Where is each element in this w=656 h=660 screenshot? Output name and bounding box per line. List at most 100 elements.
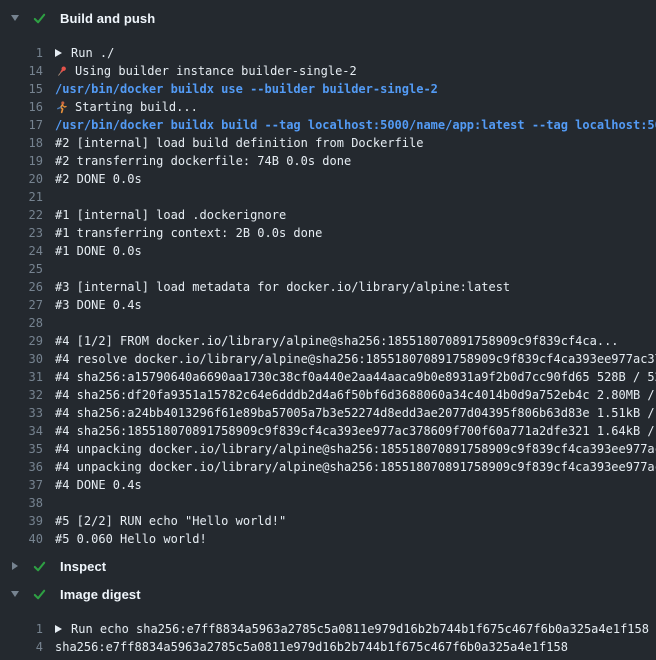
line-text: #2 DONE 0.0s <box>55 170 142 188</box>
line-text: #4 sha256:a24bb4013296f61e89ba57005a7b3e… <box>55 404 656 422</box>
log-line: 28 <box>0 314 656 332</box>
check-icon <box>32 11 47 26</box>
log-line: 20 #2 DONE 0.0s <box>0 170 656 188</box>
line-number[interactable]: 17 <box>0 116 43 134</box>
line-text <box>55 494 656 512</box>
log-section-image-digest: Image digest 1 Run echo sha256:e7ff8834a… <box>0 580 656 660</box>
run-group-toggle[interactable]: Run echo sha256:e7ff8834a5963a2785c5a081… <box>55 620 656 638</box>
check-icon <box>32 559 47 574</box>
section-header-image-digest[interactable]: Image digest <box>0 580 656 608</box>
log-line: 1 Run echo sha256:e7ff8834a5963a2785c5a0… <box>0 620 656 638</box>
line-number[interactable]: 25 <box>0 260 43 278</box>
section-lines: 1 Run echo sha256:e7ff8834a5963a2785c5a0… <box>0 608 656 660</box>
line-text: Starting build... <box>55 98 656 116</box>
line-number[interactable]: 34 <box>0 422 43 440</box>
line-number[interactable]: 23 <box>0 224 43 242</box>
log-line: 35 #4 unpacking docker.io/library/alpine… <box>0 440 656 458</box>
workflow-log: Build and push 1 Run ./ 14 Using builder… <box>0 4 656 660</box>
line-number[interactable]: 21 <box>0 188 43 206</box>
line-text <box>55 260 656 278</box>
section-header-build-and-push[interactable]: Build and push <box>0 4 656 32</box>
line-text: #4 sha256:df20fa9351a15782c64e6dddb2d4a6… <box>55 386 656 404</box>
line-number[interactable]: 16 <box>0 98 43 116</box>
run-toggle-icon[interactable] <box>55 625 62 633</box>
log-line: 22 #1 [internal] load .dockerignore <box>0 206 656 224</box>
line-text: Using builder instance builder-single-2 <box>55 62 656 80</box>
log-line: 30 #4 resolve docker.io/library/alpine@s… <box>0 350 656 368</box>
line-number[interactable]: 4 <box>0 638 43 656</box>
line-text: #5 [2/2] RUN echo "Hello world!" <box>55 512 656 530</box>
line-number[interactable]: 28 <box>0 314 43 332</box>
log-line: 40 #5 0.060 Hello world! <box>0 530 656 548</box>
line-text: #3 [internal] load metadata for docker.i… <box>55 278 656 296</box>
run-toggle-icon[interactable] <box>55 49 62 57</box>
line-number[interactable]: 19 <box>0 152 43 170</box>
line-text: #4 [1/2] FROM docker.io/library/alpine@s… <box>55 332 656 350</box>
section-title: Image digest <box>60 587 141 602</box>
section-chevron-icon[interactable] <box>10 591 20 597</box>
line-number[interactable]: 1 <box>0 44 43 62</box>
line-text: #4 sha256:a15790640a6690aa1730c38cf0a440… <box>55 368 656 386</box>
section-title: Inspect <box>60 559 106 574</box>
line-text: #5 0.060 Hello world! <box>55 530 207 548</box>
line-number[interactable]: 27 <box>0 296 43 314</box>
line-number[interactable]: 37 <box>0 476 43 494</box>
section-lines: 1 Run ./ 14 Using builder instance build… <box>0 32 656 552</box>
log-section-inspect: Inspect <box>0 552 656 580</box>
log-line: 19 #2 transferring dockerfile: 74B 0.0s … <box>0 152 656 170</box>
log-line: 23 #1 transferring context: 2B 0.0s done <box>0 224 656 242</box>
section-chevron-icon[interactable] <box>10 562 20 570</box>
line-text: sha256:e7ff8834a5963a2785c5a0811e979d16b… <box>55 638 568 656</box>
line-text: #1 DONE 0.0s <box>55 242 142 260</box>
line-number[interactable]: 24 <box>0 242 43 260</box>
log-line: 15 /usr/bin/docker buildx use --builder … <box>0 80 656 98</box>
line-number[interactable]: 18 <box>0 134 43 152</box>
line-number[interactable]: 15 <box>0 80 43 98</box>
line-text: #3 DONE 0.4s <box>55 296 656 314</box>
line-text: Using builder instance builder-single-2 <box>75 62 357 80</box>
log-line: 21 <box>0 188 656 206</box>
line-text: #1 [internal] load .dockerignore <box>55 206 656 224</box>
line-number[interactable]: 30 <box>0 350 43 368</box>
line-number[interactable]: 31 <box>0 368 43 386</box>
line-text: /usr/bin/docker buildx use --builder bui… <box>55 80 438 98</box>
line-text: Starting build... <box>75 98 198 116</box>
line-text: #4 sha256:a24bb4013296f61e89ba57005a7b3e… <box>55 404 656 422</box>
log-line: 24 #1 DONE 0.0s <box>0 242 656 260</box>
line-text: #4 DONE 0.4s <box>55 476 656 494</box>
line-text: #4 unpacking docker.io/library/alpine@sh… <box>55 458 656 476</box>
log-line: 18 #2 [internal] load build definition f… <box>0 134 656 152</box>
line-text: Run echo sha256:e7ff8834a5963a2785c5a081… <box>71 620 649 638</box>
line-text: #2 [internal] load build definition from… <box>55 134 656 152</box>
line-text: #4 sha256:df20fa9351a15782c64e6dddb2d4a6… <box>55 386 656 404</box>
line-number[interactable]: 29 <box>0 332 43 350</box>
pushpin-icon <box>55 65 68 78</box>
section-chevron-icon[interactable] <box>10 15 20 21</box>
log-line: 27 #3 DONE 0.4s <box>0 296 656 314</box>
line-number[interactable]: 40 <box>0 530 43 548</box>
log-line: 17 /usr/bin/docker buildx build --tag lo… <box>0 116 656 134</box>
run-group-toggle[interactable]: Run ./ <box>55 44 656 62</box>
line-number[interactable]: 14 <box>0 62 43 80</box>
line-text: #4 sha256:a15790640a6690aa1730c38cf0a440… <box>55 368 656 386</box>
log-line: 29 #4 [1/2] FROM docker.io/library/alpin… <box>0 332 656 350</box>
line-number[interactable]: 38 <box>0 494 43 512</box>
log-line: 31 #4 sha256:a15790640a6690aa1730c38cf0a… <box>0 368 656 386</box>
line-text: /usr/bin/docker buildx build --tag local… <box>55 116 656 134</box>
line-number[interactable]: 32 <box>0 386 43 404</box>
line-number[interactable]: 36 <box>0 458 43 476</box>
line-number[interactable]: 1 <box>0 620 43 638</box>
section-header-inspect[interactable]: Inspect <box>0 552 656 580</box>
line-number[interactable]: 26 <box>0 278 43 296</box>
line-text: #3 [internal] load metadata for docker.i… <box>55 278 510 296</box>
line-number[interactable]: 20 <box>0 170 43 188</box>
line-text: #4 resolve docker.io/library/alpine@sha2… <box>55 350 656 368</box>
line-number[interactable]: 39 <box>0 512 43 530</box>
line-text: #1 [internal] load .dockerignore <box>55 206 286 224</box>
line-text: #4 resolve docker.io/library/alpine@sha2… <box>55 350 656 368</box>
line-number[interactable]: 22 <box>0 206 43 224</box>
line-number[interactable]: 33 <box>0 404 43 422</box>
line-number[interactable]: 35 <box>0 440 43 458</box>
runner-icon <box>55 101 68 114</box>
line-text: #2 [internal] load build definition from… <box>55 134 423 152</box>
